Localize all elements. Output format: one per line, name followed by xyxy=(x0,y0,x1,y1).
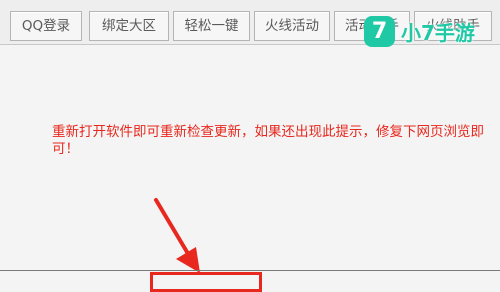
watermark: 7 小7手游 xyxy=(364,14,488,48)
content-panel xyxy=(0,46,500,281)
qq-login-button[interactable]: QQ登录 xyxy=(10,11,82,41)
panel-divider xyxy=(0,270,500,271)
one-click-button[interactable]: 轻松一键 xyxy=(173,11,250,41)
watermark-text: 小7手游 xyxy=(401,20,475,45)
highlight-box-annotation xyxy=(150,272,262,292)
update-hint-text: 重新打开软件即可重新检查更新，如果还出现此提示，修复下网页浏览即可！ xyxy=(52,124,484,157)
crossfire-events-button[interactable]: 火线活动 xyxy=(254,11,330,41)
red-arrow-annotation xyxy=(154,198,200,273)
bind-region-button[interactable]: 绑定大区 xyxy=(89,11,169,41)
watermark-logo-icon: 7 xyxy=(364,15,395,47)
